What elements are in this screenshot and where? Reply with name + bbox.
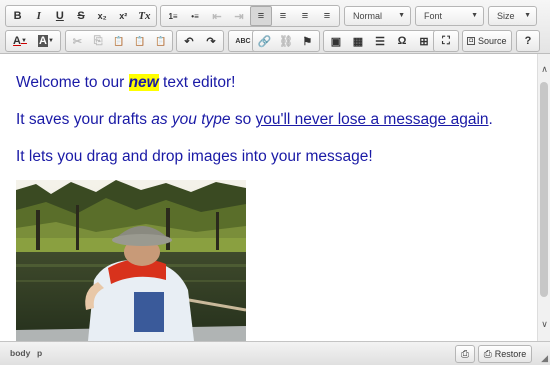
resize-handle-icon[interactable]: ◢ [541,353,548,364]
italic-button[interactable]: I [28,6,49,26]
maximize-group: ⛶ [433,30,459,52]
copy-button[interactable]: ⎘ [88,31,109,51]
subscript-button[interactable]: x₂ [92,6,113,26]
horizontal-rule-button[interactable]: ☰ [369,31,391,51]
undo-group: ↶ ↷ [176,30,224,52]
scroll-down-icon[interactable]: ∨ [539,319,550,330]
insert-group: ▣ ▦ ☰ Ω ⊞ [323,30,437,52]
special-char-button[interactable]: Ω [391,31,413,51]
background-color-icon: A [38,35,48,47]
bold-button[interactable]: B [7,6,28,26]
maximize-button[interactable]: ⛶ [435,31,457,51]
source-group: ◘ Source [462,30,512,52]
paragraph-welcome: Welcome to our new text editor! [16,74,235,92]
format-dropdown-value: Normal [353,11,383,21]
drafts-text-middle: so [230,111,256,128]
element-path-body[interactable]: body [10,348,30,358]
element-path-p[interactable]: p [37,348,42,358]
link-group: 🔗 ⛓ ⚑ [252,30,320,52]
superscript-button[interactable]: x² [113,6,134,26]
align-right-button[interactable]: ≡ [294,6,316,26]
restore-icon: ⎙ [483,348,492,360]
undo-button[interactable]: ↶ [178,31,200,51]
scrollbar-thumb[interactable] [540,82,548,297]
size-dropdown[interactable]: Size ▼ [488,6,537,26]
chevron-down-icon: ▼ [471,12,478,19]
drafts-text: It saves your drafts [16,111,152,128]
colors-group: A ▼ A ▼ [5,30,61,52]
underline-button[interactable]: U [49,6,70,26]
align-left-button[interactable]: ≡ [250,6,272,26]
remove-format-button[interactable]: Tx [134,6,155,26]
drafts-italic-text: as you type [151,111,231,128]
drafts-text-end: . [488,111,493,128]
numbered-list-button[interactable]: 1≡ [162,6,184,26]
redo-button[interactable]: ↷ [200,31,222,51]
paragraph-drafts: It saves your drafts as you type so you'… [16,111,493,129]
align-center-button[interactable]: ≡ [272,6,294,26]
vertical-scrollbar[interactable]: ∧ ∨ [537,54,550,341]
source-button[interactable]: ◘ Source [464,31,510,51]
align-justify-button[interactable]: ≡ [316,6,338,26]
chevron-down-icon: ▼ [398,12,405,19]
scroll-up-icon[interactable]: ∧ [539,64,550,75]
text-color-icon: A [13,35,21,47]
welcome-text-end: text editor! [158,74,236,91]
table-button[interactable]: ▦ [347,31,369,51]
toolbar-row-1: B I U S x₂ x² Tx 1≡ •≡ ⇤ ⇥ ≡ ≡ ≡ ≡ Norma… [0,3,550,29]
editor-content[interactable]: Welcome to our new text editor! It saves… [0,54,537,341]
cut-button[interactable]: ✂ [67,31,88,51]
indent-button[interactable]: ⇥ [228,6,250,26]
paste-button[interactable]: 📋 [109,31,130,51]
editor-toolbar: B I U S x₂ x² Tx 1≡ •≡ ⇤ ⇥ ≡ ≡ ≡ ≡ Norma… [0,0,550,54]
iframe-button[interactable]: ⊞ [413,31,435,51]
source-label: Source [478,36,507,46]
help-group: ? [516,30,540,52]
background-color-button[interactable]: A ▼ [33,31,59,51]
paragraph-dragdrop: It lets you drag and drop images into yo… [16,148,373,165]
paragraph-group: 1≡ •≡ ⇤ ⇥ ≡ ≡ ≡ ≡ [160,5,340,27]
size-dropdown-value: Size [497,11,515,21]
drafts-underlined-text: you'll never lose a message again [255,111,489,128]
link-button[interactable]: 🔗 [254,31,275,51]
restore-label: Restore [494,349,527,359]
image-button[interactable]: ▣ [325,31,347,51]
font-dropdown-value: Font [424,11,443,21]
font-dropdown[interactable]: Font ▼ [415,6,484,26]
source-icon: ◘ [467,37,476,45]
basic-styles-group: B I U S x₂ x² Tx [5,5,157,27]
toolbar-row-2: A ▼ A ▼ ✂ ⎘ 📋 📋 📋 ↶ ↷ ABC 🔗 ⛓ ⚑ ▣ ▦ ☰ Ω ⊞ [0,28,550,54]
photo-canoe-image [16,180,246,341]
outdent-button[interactable]: ⇤ [206,6,228,26]
editor-statusbar: body p ⎙ ⎙ Restore ◢ [0,341,550,365]
text-color-button[interactable]: A ▼ [7,31,33,51]
anchor-button[interactable]: ⚑ [297,31,318,51]
help-button[interactable]: ? [518,31,538,51]
unlink-button[interactable]: ⛓ [275,31,296,51]
embedded-photo[interactable] [16,180,246,341]
chevron-down-icon: ▼ [524,12,531,19]
bulleted-list-button[interactable]: •≡ [184,6,206,26]
save-draft-button[interactable]: ⎙ [455,345,475,363]
restore-button[interactable]: ⎙ Restore [478,345,532,363]
paste-word-button[interactable]: 📋 [150,31,171,51]
clipboard-group: ✂ ⎘ 📋 📋 📋 [65,30,173,52]
format-dropdown[interactable]: Normal ▼ [344,6,411,26]
strike-button[interactable]: S [70,6,91,26]
paste-text-button[interactable]: 📋 [129,31,150,51]
welcome-text: Welcome to our [16,74,129,91]
highlighted-word: new [128,74,159,91]
draft-icon: ⎙ [461,348,469,360]
